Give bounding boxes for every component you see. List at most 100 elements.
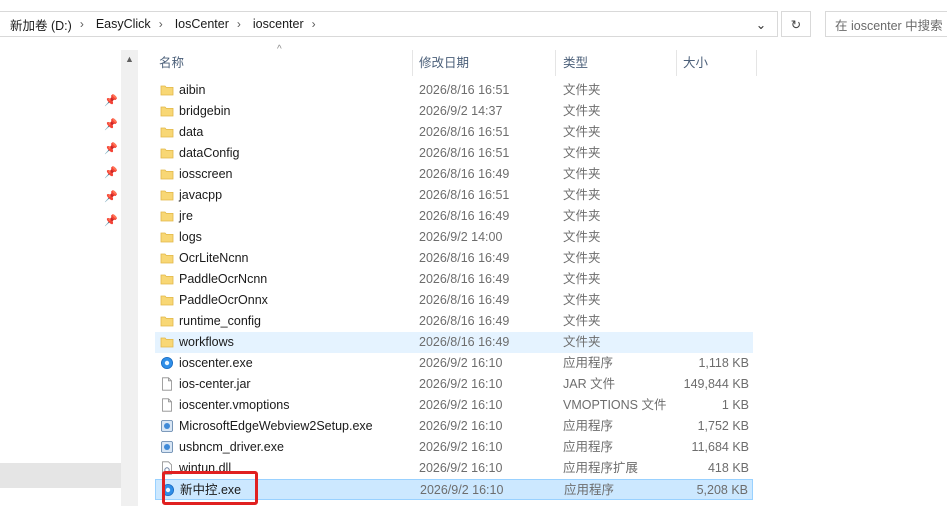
file-date: 2026/9/2 16:10	[419, 377, 503, 391]
file-row[interactable]: logs 2026/9/2 14:00 文件夹	[155, 227, 753, 248]
file-row[interactable]: MicrosoftEdgeWebview2Setup.exe 2026/9/2 1…	[155, 416, 753, 437]
pin-icon: 📌	[104, 190, 118, 203]
file-row[interactable]: bridgebin 2026/9/2 14:37 文件夹	[155, 101, 753, 122]
file-name: data	[179, 125, 204, 139]
breadcrumb-separator[interactable]: ›	[235, 17, 243, 31]
file-row[interactable]: ioscenter.exe 2026/9/2 16:10 应用程序 1,118 KB	[155, 353, 753, 374]
file-type: 应用程序	[563, 356, 614, 370]
file-row[interactable]: iosscreen 2026/8/16 16:49 文件夹	[155, 164, 753, 185]
breadcrumb-separator[interactable]: ›	[78, 17, 86, 31]
file-list: ^ 名称 修改日期 类型 大小 aibin 2026/8/16 16:51 文件夹 b…	[138, 44, 947, 506]
file-size: 5,208 KB	[696, 483, 748, 497]
breadcrumb-separator[interactable]: ›	[157, 17, 165, 31]
file-row[interactable]: PaddleOcrOnnx 2026/8/16 16:49 文件夹	[155, 290, 753, 311]
navigation-pane[interactable]: 📌 📌 📌 📌 📌 📌	[0, 50, 121, 506]
folder-icon	[160, 335, 174, 349]
column-date[interactable]: 修改日期	[419, 53, 469, 73]
file-type: 文件夹	[563, 230, 601, 244]
search-placeholder: 在 ioscenter 中搜索	[835, 18, 943, 33]
refresh-icon: ↻	[790, 17, 802, 32]
file-row[interactable]: aibin 2026/8/16 16:51 文件夹	[155, 80, 753, 101]
breadcrumb-easyclick[interactable]: EasyClick	[86, 17, 157, 31]
file-size: 149,844 KB	[683, 377, 749, 391]
folder-icon	[160, 125, 174, 139]
file-date: 2026/8/16 16:49	[419, 272, 510, 286]
file-date: 2026/8/16 16:51	[419, 83, 510, 97]
file-type: 应用程序	[563, 440, 614, 454]
file-row[interactable]: javacpp 2026/8/16 16:51 文件夹	[155, 185, 753, 206]
column-type[interactable]: 类型	[563, 53, 588, 73]
file-row[interactable]: OcrLiteNcnn 2026/8/16 16:49 文件夹	[155, 248, 753, 269]
file-type: 文件夹	[563, 167, 601, 181]
breadcrumb-drive[interactable]: 新加卷 (D:)	[0, 15, 78, 34]
column-header: ^ 名称 修改日期 类型 大小	[138, 44, 947, 76]
file-row[interactable]: runtime_config 2026/8/16 16:49 文件夹	[155, 311, 753, 332]
file-type: 文件夹	[563, 209, 601, 223]
file-date: 2026/9/2 16:10	[419, 440, 503, 454]
file-type: 文件夹	[563, 335, 601, 349]
column-divider[interactable]	[756, 50, 757, 76]
breadcrumb-separator[interactable]: ›	[310, 17, 318, 31]
address-bar[interactable]: 新加卷 (D:) › EasyClick › IosCenter › iosce…	[0, 11, 778, 37]
file-type: 文件夹	[563, 251, 601, 265]
file-date: 2026/8/16 16:49	[419, 251, 510, 265]
folder-icon	[160, 272, 174, 286]
folder-icon	[160, 293, 174, 307]
pin-icon: 📌	[104, 142, 118, 155]
file-date: 2026/8/16 16:49	[419, 335, 510, 349]
file-row[interactable]: workflows 2026/8/16 16:49 文件夹	[155, 332, 753, 353]
file-icon	[160, 377, 174, 391]
file-row[interactable]: ioscenter.vmoptions 2026/9/2 16:10 VMOPTIO…	[155, 395, 753, 416]
nav-scrollbar[interactable]: ▲	[121, 50, 138, 506]
column-divider[interactable]	[676, 50, 677, 76]
file-name: javacpp	[179, 188, 223, 202]
file-date: 2026/9/2 16:10	[419, 356, 503, 370]
pin-icon: 📌	[104, 118, 118, 131]
file-date: 2026/9/2 16:10	[419, 461, 503, 475]
installer-icon	[160, 440, 174, 454]
folder-icon	[160, 167, 174, 181]
file-row[interactable]: usbncm_driver.exe 2026/9/2 16:10 应用程序 11,68…	[155, 437, 753, 458]
file-row[interactable]: jre 2026/8/16 16:49 文件夹	[155, 206, 753, 227]
file-row[interactable]: PaddleOcrNcnn 2026/8/16 16:49 文件夹	[155, 269, 753, 290]
file-row[interactable]: data 2026/8/16 16:51 文件夹	[155, 122, 753, 143]
file-date: 2026/9/2 14:00	[419, 230, 503, 244]
file-type: 应用程序	[564, 483, 615, 497]
file-row[interactable]: ios-center.jar 2026/9/2 16:10 JAR 文件 149,84…	[155, 374, 753, 395]
nav-selected-item[interactable]	[0, 463, 121, 488]
file-size: 1 KB	[721, 398, 749, 412]
file-type: 文件夹	[563, 125, 601, 139]
installer-icon	[160, 419, 174, 433]
file-date: 2026/9/2 16:10	[420, 483, 504, 497]
file-size: 11,684 KB	[691, 440, 749, 454]
file-type: JAR 文件	[563, 377, 616, 391]
file-date: 2026/8/16 16:49	[419, 293, 510, 307]
file-name: ios-center.jar	[179, 377, 251, 391]
column-size[interactable]: 大小	[683, 53, 708, 73]
file-date: 2026/8/16 16:51	[419, 125, 510, 139]
file-type: 文件夹	[563, 146, 601, 160]
folder-icon	[160, 104, 174, 118]
app-icon	[160, 356, 174, 370]
column-divider[interactable]	[412, 50, 413, 76]
search-input[interactable]: 在 ioscenter 中搜索	[825, 11, 947, 37]
refresh-button[interactable]: ↻	[781, 11, 811, 37]
file-date: 2026/8/16 16:51	[419, 188, 510, 202]
chevron-down-icon[interactable]: ⌄	[745, 12, 777, 36]
breadcrumb-ioscenter-parent[interactable]: IosCenter	[165, 17, 235, 31]
pin-icon: 📌	[104, 214, 118, 227]
breadcrumb-ioscenter[interactable]: ioscenter	[243, 17, 310, 31]
column-divider[interactable]	[555, 50, 556, 76]
file-row[interactable]: dataConfig 2026/8/16 16:51 文件夹	[155, 143, 753, 164]
column-name[interactable]: 名称	[159, 53, 184, 73]
file-type: 应用程序	[563, 419, 614, 433]
file-name: bridgebin	[179, 104, 231, 118]
file-size: 418 KB	[707, 461, 749, 475]
file-name: jre	[179, 209, 193, 223]
folder-icon	[160, 146, 174, 160]
file-date: 2026/8/16 16:51	[419, 146, 510, 160]
file-date: 2026/9/2 14:37	[419, 104, 503, 118]
folder-icon	[160, 83, 174, 97]
scroll-up-arrow-icon[interactable]: ▲	[121, 50, 138, 67]
pin-icon: 📌	[104, 94, 118, 107]
